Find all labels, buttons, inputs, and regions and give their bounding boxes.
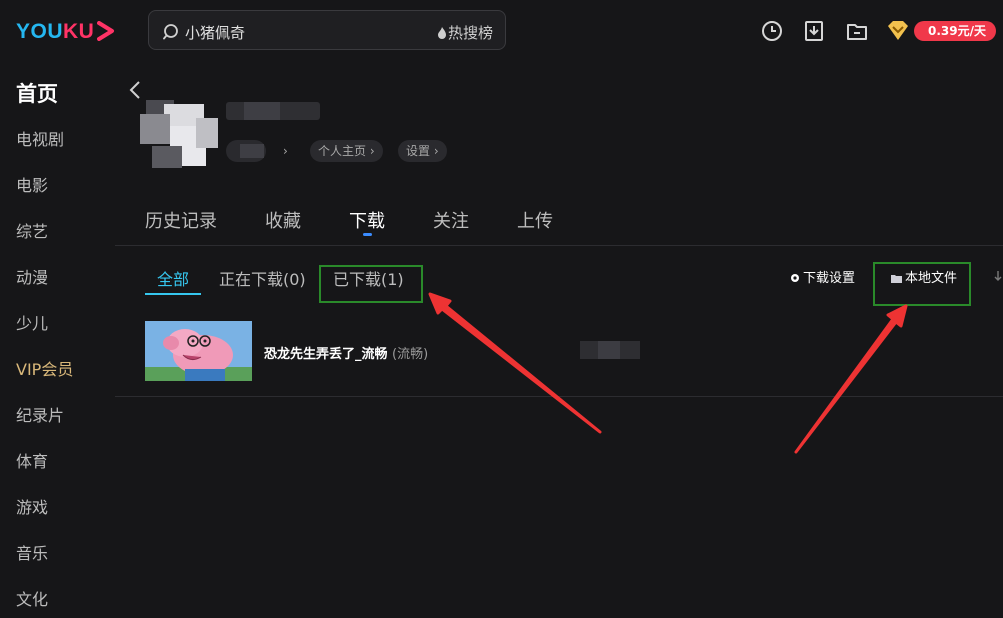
sidebar-item-sports[interactable]: 体育 (16, 448, 48, 472)
personal-homepage-link[interactable]: 个人主页 › (310, 140, 383, 162)
video-quality: (流畅) (392, 347, 429, 362)
tab-uploads[interactable]: 上传 (517, 207, 553, 233)
sidebar: 首页 电视剧 电影 综艺 动漫 少儿 VIP会员 纪录片 体育 游戏 音乐 文化 (0, 64, 115, 618)
local-files-highlight-box (873, 262, 971, 306)
active-subtab-indicator (145, 293, 201, 295)
sidebar-item-vip[interactable]: VIP会员 (16, 356, 73, 380)
search-icon (163, 24, 178, 40)
sidebar-item-movie[interactable]: 电影 (16, 172, 48, 196)
file-size-blurred-detail (598, 341, 620, 359)
tabs-divider (115, 245, 1003, 246)
username-blurred-detail (244, 102, 280, 120)
video-thumbnail[interactable] (145, 321, 252, 381)
subtab-downloading[interactable]: 正在下载(0) (219, 266, 306, 290)
sidebar-item-culture[interactable]: 文化 (16, 586, 48, 610)
video-title[interactable]: 恐龙先生弄丢了_流畅 (流畅) (264, 343, 428, 362)
play-arrow-icon (97, 21, 114, 41)
profile-settings-link[interactable]: 设置 › (398, 140, 447, 162)
user-level-blurred (240, 144, 264, 158)
downloaded-highlight-box (319, 265, 423, 303)
search-input[interactable]: 小猪佩奇 (185, 22, 245, 43)
youku-logo[interactable]: YOUKU (16, 20, 94, 44)
download-settings-label: 下载设置 (803, 271, 856, 286)
gear-icon (791, 274, 799, 282)
top-bar: YOUKU 小猪佩奇 热搜榜 0.39元/天 (0, 0, 1003, 64)
sort-arrow-icon[interactable] (994, 270, 1002, 282)
sidebar-item-anime[interactable]: 动漫 (16, 264, 48, 288)
subtab-all[interactable]: 全部 (157, 266, 189, 290)
download-settings-button[interactable]: 下载设置 (790, 267, 855, 286)
history-clock-icon[interactable] (761, 20, 783, 42)
peppa-thumbnail-image (145, 321, 252, 381)
folder-icon[interactable] (846, 20, 868, 42)
tab-favorites[interactable]: 收藏 (265, 207, 301, 233)
avatar[interactable] (140, 96, 222, 172)
sidebar-item-documentary[interactable]: 纪录片 (16, 402, 64, 426)
list-divider (115, 396, 1003, 397)
search-box[interactable]: 小猪佩奇 热搜榜 (148, 10, 506, 50)
tab-history[interactable]: 历史记录 (145, 207, 217, 233)
vip-price-badge[interactable]: 0.39元/天 (914, 21, 996, 41)
sidebar-item-tv[interactable]: 电视剧 (16, 126, 64, 150)
flame-icon (437, 27, 446, 39)
sidebar-item-music[interactable]: 音乐 (16, 540, 48, 564)
download-icon[interactable] (804, 20, 824, 42)
hot-search-label: 热搜榜 (447, 24, 493, 42)
user-level-pill[interactable]: › (226, 140, 288, 162)
hot-search-link[interactable]: 热搜榜 (437, 22, 493, 43)
vip-diamond-icon[interactable] (886, 20, 910, 42)
user-level-arrow: › (283, 144, 288, 158)
tab-following[interactable]: 关注 (433, 207, 469, 233)
video-title-text: 恐龙先生弄丢了_流畅 (264, 347, 388, 362)
sidebar-item-kids[interactable]: 少儿 (16, 310, 48, 334)
sidebar-item-variety[interactable]: 综艺 (16, 218, 48, 242)
sidebar-item-games[interactable]: 游戏 (16, 494, 48, 518)
active-tab-indicator (363, 233, 372, 236)
sidebar-item-home[interactable]: 首页 (16, 78, 58, 108)
tab-downloads[interactable]: 下载 (349, 207, 385, 233)
